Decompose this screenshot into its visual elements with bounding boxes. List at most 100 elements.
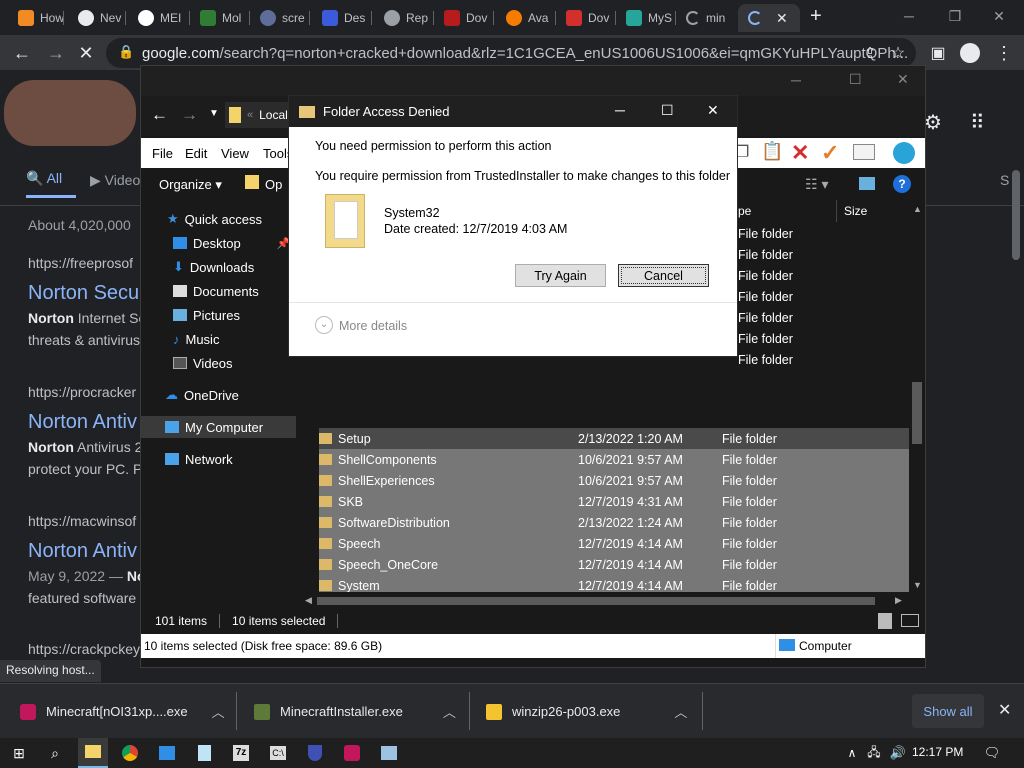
address-bar[interactable]: 🔒 google.com/search?q=norton+cracked+dow…: [106, 38, 916, 68]
profile-icon[interactable]: [956, 39, 984, 67]
nav-quick-access[interactable]: ★ Quick access: [167, 208, 262, 230]
file-row[interactable]: SKB 12/7/2019 4:31 AM File folder: [319, 491, 909, 512]
download-item[interactable]: MinecraftInstaller.exe ︿: [254, 684, 456, 739]
forward-arrow-icon[interactable]: →: [42, 39, 70, 67]
file-row[interactable]: Setup 2/13/2022 1:20 AM File folder: [319, 428, 909, 449]
nav-downloads[interactable]: ⬇ Downloads: [173, 256, 254, 278]
media-player-icon[interactable]: [342, 743, 362, 763]
gear-icon[interactable]: ⚙: [924, 110, 942, 135]
chevron-down-icon[interactable]: ⌄: [315, 316, 333, 334]
nav-onedrive[interactable]: ☁ OneDrive: [165, 384, 239, 406]
page-scrollbar-thumb[interactable]: [1012, 170, 1020, 260]
maximize-button[interactable]: ☐: [661, 102, 674, 119]
cmd-icon[interactable]: C:\: [268, 743, 288, 763]
browser-tab-9[interactable]: Ava: [496, 4, 556, 32]
restore-button[interactable]: ❐: [932, 0, 978, 32]
paste-icon[interactable]: 📋: [761, 141, 783, 162]
share-icon[interactable]: ⇪: [856, 39, 884, 67]
forward-arrow-icon[interactable]: →: [181, 105, 198, 125]
globe-icon[interactable]: [893, 142, 915, 164]
minimize-button[interactable]: ─: [886, 0, 932, 32]
help-icon[interactable]: ?: [893, 175, 911, 193]
windows-start-icon[interactable]: ⊞: [9, 743, 29, 763]
minimize-button[interactable]: ─: [615, 102, 625, 118]
menu-edit[interactable]: Edit: [185, 146, 207, 161]
nav-videos[interactable]: Videos: [173, 352, 233, 374]
app-window-icon[interactable]: [379, 743, 399, 763]
stop-loading-icon[interactable]: ✕: [72, 39, 100, 67]
browser-tab-5[interactable]: scre: [250, 4, 310, 32]
browser-tab-10[interactable]: Dov: [556, 4, 616, 32]
column-type-header[interactable]: pe: [738, 204, 751, 218]
menu-dots-icon[interactable]: ⋮: [990, 39, 1018, 67]
preview-pane-icon[interactable]: [859, 177, 875, 190]
clock[interactable]: 12:17 PM: [912, 745, 963, 759]
chevron-up-icon[interactable]: ︿: [212, 702, 225, 721]
organize-button[interactable]: Organize ▾: [159, 177, 222, 193]
browser-tab-7[interactable]: Rep: [374, 4, 434, 32]
tab-settings[interactable]: S: [1000, 172, 1009, 188]
nav-pictures[interactable]: Pictures: [173, 304, 240, 326]
menu-view[interactable]: View: [221, 146, 249, 161]
browser-tab-8[interactable]: Dov: [434, 4, 494, 32]
scroll-left-icon[interactable]: ◀: [305, 595, 312, 606]
google-doodle-logo[interactable]: [4, 80, 136, 146]
tab-close-icon[interactable]: ✕: [776, 10, 788, 27]
download-item[interactable]: Minecraft[nOI31xp....exe ︿: [20, 684, 225, 739]
close-button[interactable]: ✕: [707, 102, 719, 119]
result-title[interactable]: Norton Secu: [28, 282, 139, 305]
chevron-up-icon[interactable]: ∧: [842, 743, 862, 763]
file-row[interactable]: ShellExperiences 10/6/2021 9:57 AM File fo…: [319, 470, 909, 491]
browser-tab-2[interactable]: Nev: [68, 4, 126, 32]
notification-icon[interactable]: 🗨: [982, 743, 1002, 763]
back-arrow-icon[interactable]: ←: [151, 105, 168, 125]
chevron-up-icon[interactable]: ︿: [674, 702, 687, 721]
scroll-right-icon[interactable]: ▶: [895, 595, 902, 606]
column-size-header[interactable]: Size: [844, 204, 867, 218]
open-button[interactable]: Op: [265, 177, 282, 192]
sidepanel-icon[interactable]: ▣: [924, 39, 952, 67]
file-row[interactable]: System 12/7/2019 4:14 AM File folder: [319, 575, 909, 592]
menu-file[interactable]: File: [152, 146, 173, 161]
maximize-button[interactable]: ☐: [849, 71, 862, 88]
recent-dropdown-icon[interactable]: ▼: [209, 108, 219, 119]
photos-icon[interactable]: [157, 743, 177, 763]
checkmark-icon[interactable]: ✓: [821, 140, 839, 166]
network-icon[interactable]: 🖧: [864, 743, 884, 763]
result-title[interactable]: Norton Antiv: [28, 411, 137, 434]
cancel-button[interactable]: Cancel: [618, 264, 709, 287]
scroll-down-icon[interactable]: ▼: [913, 580, 922, 590]
delete-icon[interactable]: ✕: [791, 140, 809, 166]
scrollbar-thumb[interactable]: [317, 597, 875, 605]
nav-documents[interactable]: Documents: [173, 280, 259, 302]
nav-desktop[interactable]: Desktop 📌: [173, 232, 290, 254]
minimize-button[interactable]: ─: [791, 72, 801, 88]
view-options-icon[interactable]: ☷ ▾: [805, 176, 828, 193]
browser-tab-11[interactable]: MyS: [616, 4, 676, 32]
file-list-hscrollbar[interactable]: ◀ ▶: [301, 594, 909, 608]
properties-icon[interactable]: [853, 144, 875, 160]
try-again-button[interactable]: Try Again: [515, 264, 606, 287]
close-window-button[interactable]: ✕: [976, 0, 1022, 32]
chrome-icon[interactable]: [120, 743, 140, 763]
apps-grid-icon[interactable]: ⠿: [970, 110, 985, 135]
more-details-toggle[interactable]: More details: [339, 319, 407, 333]
taskbar-explorer[interactable]: [78, 738, 108, 768]
details-view-icon[interactable]: [878, 613, 892, 629]
tab-videos[interactable]: ▶ Video: [90, 172, 140, 189]
browser-tab-4[interactable]: Mol: [190, 4, 250, 32]
file-row[interactable]: SoftwareDistribution 2/13/2022 1:24 AM Fil…: [319, 512, 909, 533]
browser-tab-active[interactable]: ✕: [738, 4, 800, 32]
browser-tab-1[interactable]: How: [8, 4, 64, 32]
scrollbar-thumb[interactable]: [912, 382, 922, 444]
nav-network[interactable]: Network: [165, 448, 233, 470]
tab-all[interactable]: 🔍 All: [26, 170, 62, 187]
large-icons-view-icon[interactable]: [901, 614, 919, 627]
back-arrow-icon[interactable]: ←: [8, 39, 36, 67]
file-row[interactable]: ShellComponents 10/6/2021 9:57 AM File fol…: [319, 449, 909, 470]
notepad-icon[interactable]: [194, 743, 214, 763]
download-item[interactable]: winzip26-p003.exe ︿: [486, 684, 687, 739]
7zip-icon[interactable]: 7z: [231, 743, 251, 763]
new-tab-button[interactable]: +: [810, 5, 822, 28]
shield-icon[interactable]: [305, 743, 325, 763]
